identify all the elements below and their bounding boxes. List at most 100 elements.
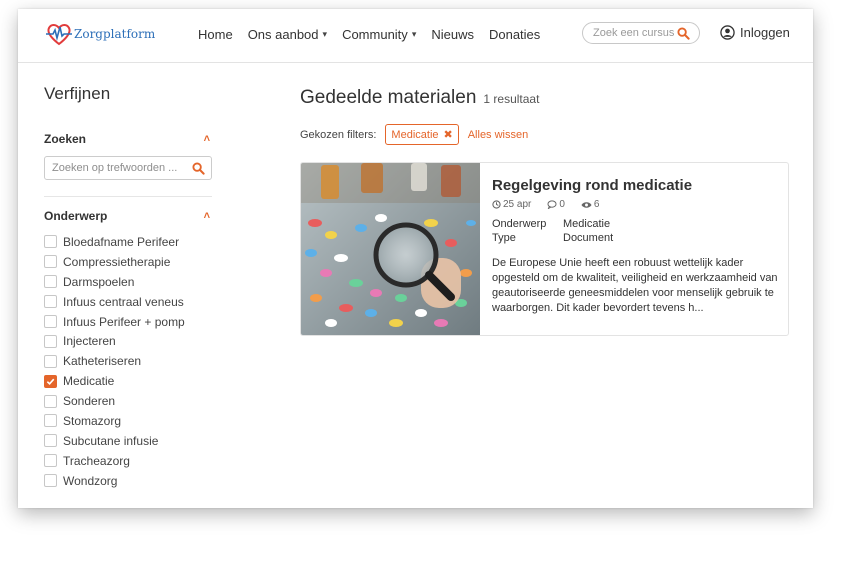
result-card[interactable]: Regelgeving rond medicatie 25 apr 0 6 On… (300, 162, 789, 336)
type-value: Document (563, 232, 614, 244)
section-divider (44, 196, 212, 197)
topic-option-label: Bloedafname Perifeer (63, 234, 180, 249)
result-properties: Onderwerp Medicatie Type Document (492, 218, 782, 246)
checkbox[interactable] (44, 334, 57, 348)
type-row: Type Document (492, 232, 782, 246)
filter-chip-label: Medicatie (391, 128, 439, 141)
topic-option-label: Sonderen (63, 394, 116, 409)
site-logo[interactable]: Zorgplatform (46, 21, 155, 47)
nav-item-label: Donaties (488, 27, 541, 42)
topic-section-header[interactable]: Onderwerp ˄ (44, 209, 214, 223)
top-navbar: Zorgplatform Home Ons aanbod ▾ Community ▾ Ni… (18, 9, 813, 63)
checkbox[interactable] (44, 255, 57, 269)
checkbox[interactable] (44, 275, 57, 289)
login-link[interactable]: Inloggen (720, 25, 790, 40)
result-views: 6 (593, 199, 600, 210)
nav-item-label: Nieuws (431, 27, 474, 42)
refine-sidebar: Verfijnen Zoeken ˄ Onderwerp ˄ Bloedafna… (44, 84, 214, 491)
checkbox[interactable] (44, 414, 57, 428)
sidebar-title: Verfijnen (44, 84, 111, 103)
topic-option-label: Injecteren (63, 334, 116, 349)
result-count: 1 resultaat (483, 92, 540, 106)
topic-option-label: Tracheazorg (63, 453, 130, 468)
login-label: Inloggen (740, 25, 790, 40)
topic-option[interactable]: Infuus Perifeer + pomp (44, 312, 214, 332)
subject-row: Onderwerp Medicatie (492, 218, 782, 232)
nav-item-label: Home (198, 27, 233, 42)
type-key: Type (492, 232, 516, 244)
topic-option-label: Infuus Perifeer + pomp (63, 314, 185, 329)
checkbox[interactable] (44, 394, 57, 408)
topic-option[interactable]: Tracheazorg (44, 451, 214, 471)
keyword-search[interactable] (44, 156, 212, 180)
page-title-row: Gedeelde materialen 1 resultaat (300, 87, 790, 109)
results-main: Gedeelde materialen 1 resultaat Gekozen … (300, 87, 790, 336)
topic-option[interactable]: Sonderen (44, 391, 214, 411)
clock-icon (492, 200, 501, 209)
active-filters: Gekozen filters: Medicatie ✖ Alles wisse… (300, 124, 790, 145)
topic-option-label: Infuus centraal veneus (63, 294, 184, 309)
checkbox[interactable] (44, 235, 57, 249)
checkbox[interactable] (44, 354, 57, 368)
nav-item-nieuws[interactable]: Nieuws (431, 27, 474, 42)
checkbox[interactable] (44, 434, 57, 448)
nav-item-donaties[interactable]: Donaties (489, 27, 540, 42)
result-comments: 0 (559, 199, 565, 210)
checkbox[interactable] (44, 454, 57, 468)
result-description: De Europese Unie heeft een robuust wette… (492, 257, 778, 314)
topic-option[interactable]: Wondzorg (44, 471, 214, 491)
topic-option[interactable]: Katheteriseren (44, 351, 214, 371)
views-meta: 6 (581, 199, 608, 210)
close-icon[interactable]: ✖ (444, 128, 453, 141)
topic-option[interactable]: Stomazorg (44, 411, 214, 431)
result-title[interactable]: Regelgeving rond medicatie (492, 177, 782, 194)
chevron-up-icon[interactable]: ˄ (204, 210, 210, 222)
topic-option[interactable]: Darmspoelen (44, 272, 214, 292)
checkbox[interactable] (44, 315, 57, 328)
main-nav: Home Ons aanbod ▾ Community ▾ Nieuws Donaties (198, 27, 555, 42)
clear-all-filters-link[interactable]: Alles wissen (468, 129, 529, 141)
subject-value: Medicatie (563, 218, 611, 230)
search-section-label: Zoeken (44, 132, 87, 146)
course-search-input[interactable] (593, 27, 677, 39)
browser-page: Zorgplatform Home Ons aanbod ▾ Community ▾ Ni… (18, 9, 813, 508)
nav-item-ons-aanbod[interactable]: Ons aanbod ▾ (248, 27, 327, 42)
pills-magnifier-thumbnail (301, 163, 480, 335)
caret-down-icon: ▾ (322, 29, 328, 39)
subject-key: Onderwerp (492, 218, 547, 230)
nav-item-home[interactable]: Home (198, 27, 233, 42)
filter-chip-medicatie[interactable]: Medicatie ✖ (385, 124, 459, 145)
result-meta: 25 apr 0 6 (492, 199, 782, 210)
page-title: Gedeelde materialen (300, 87, 477, 108)
eye-icon (581, 201, 592, 208)
filters-label: Gekozen filters: (300, 128, 377, 141)
checkmark-icon (46, 378, 55, 385)
checkbox[interactable] (44, 474, 57, 488)
chevron-up-icon[interactable]: ˄ (204, 133, 210, 145)
comments-meta: 0 (547, 199, 573, 210)
topic-option-label: Katheteriseren (63, 354, 142, 369)
topic-checkbox-list: Bloedafname Perifeer Compressietherapie Da… (44, 232, 214, 491)
topic-option[interactable]: Bloedafname Perifeer (44, 232, 214, 252)
keyword-search-input[interactable] (52, 162, 192, 174)
topic-option[interactable]: Subcutane infusie (44, 431, 214, 451)
checkbox[interactable] (44, 295, 57, 309)
search-icon[interactable] (192, 161, 205, 175)
search-section-header[interactable]: Zoeken ˄ (44, 132, 214, 146)
result-card-body: Regelgeving rond medicatie 25 apr 0 6 On… (492, 177, 782, 316)
nav-item-label: Ons aanbod (247, 27, 319, 42)
topic-option[interactable]: Injecteren (44, 331, 214, 351)
topic-option-label: Stomazorg (63, 413, 122, 428)
nav-item-community[interactable]: Community ▾ (342, 27, 416, 42)
topic-option-label: Darmspoelen (63, 274, 135, 289)
search-icon[interactable] (677, 26, 690, 40)
course-search[interactable] (582, 22, 700, 44)
topic-option[interactable]: Compressietherapie (44, 252, 214, 272)
result-date: 25 apr (503, 199, 532, 210)
heart-pulse-logo-icon (46, 24, 72, 46)
topic-option[interactable]: Infuus centraal veneus (44, 292, 214, 312)
topic-option-label: Subcutane infusie (63, 433, 159, 448)
topic-option[interactable]: Medicatie (44, 371, 214, 391)
logo-text: Zorgplatform (74, 27, 156, 41)
checkbox-checked[interactable] (44, 374, 57, 388)
